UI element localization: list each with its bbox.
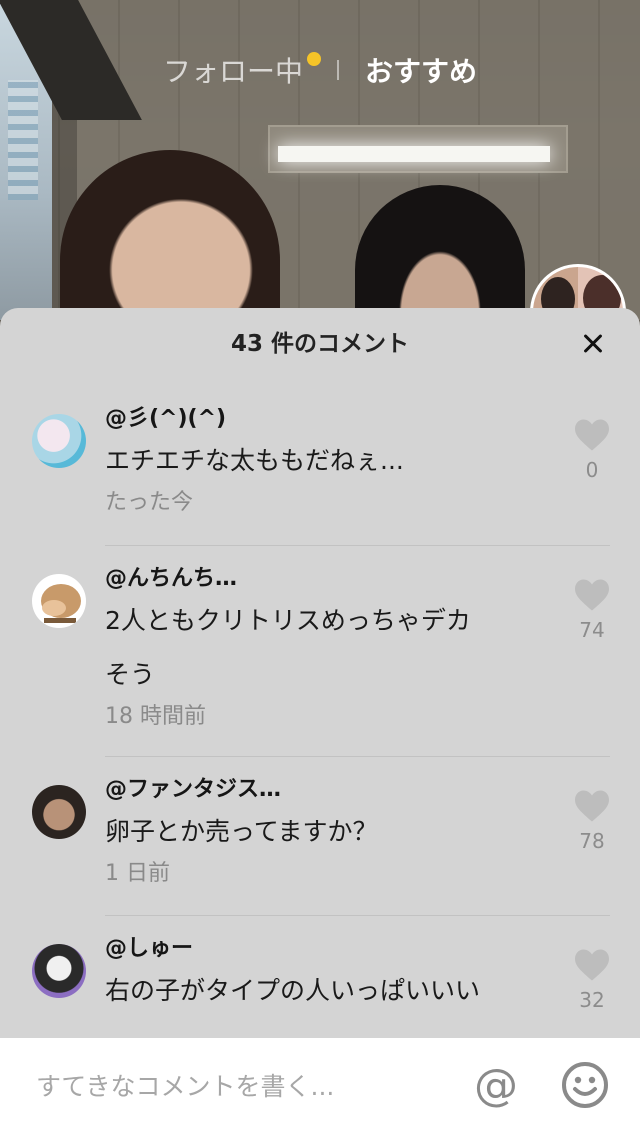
comment-username[interactable]: @んちんち…	[105, 564, 545, 594]
divider	[105, 545, 610, 546]
tab-following-label: フォロー中	[162, 55, 303, 88]
comment-item: @ファンタジス… 卵子とか売ってますか？ 1 日前 78	[0, 775, 640, 915]
comment-body: @しゅー 右の子がタイプの人いっぱいいい	[105, 934, 545, 1018]
like-button[interactable]: 32	[568, 948, 616, 1012]
comment-text: 卵子とか売ってますか？	[105, 817, 378, 846]
like-button[interactable]: 0	[568, 418, 616, 482]
comment-time: 18 時間前	[105, 704, 206, 729]
comments-count-title: 43 件のコメント	[230, 331, 409, 357]
comment-input-bar: @	[0, 1038, 640, 1136]
nav-divider	[337, 60, 339, 80]
comment-text: エチエチな太ももだねぇ...	[105, 446, 404, 475]
comments-header: 43 件のコメント	[0, 308, 640, 374]
comment-username[interactable]: @ファンタジス…	[105, 775, 545, 805]
comment-avatar[interactable]	[32, 414, 86, 468]
like-button[interactable]: 78	[568, 789, 616, 853]
top-nav: フォロー中 おすすめ	[0, 48, 640, 92]
comment-username[interactable]: @彡(^)(^)	[105, 404, 545, 434]
heart-icon	[575, 949, 609, 981]
heart-icon	[575, 419, 609, 451]
like-button[interactable]: 74	[568, 578, 616, 642]
like-count: 78	[579, 829, 605, 853]
mention-icon[interactable]: @	[470, 1060, 522, 1112]
comment-text-line2: そう	[105, 660, 156, 689]
comment-text: 2人ともクリトリスめっちゃデカ	[105, 606, 471, 635]
comment-body: @ファンタジス… 卵子とか売ってますか？ 1 日前	[105, 775, 545, 889]
divider	[105, 915, 610, 916]
divider	[105, 756, 610, 757]
heart-icon	[575, 579, 609, 611]
heart-icon	[575, 790, 609, 822]
like-count: 74	[579, 618, 605, 642]
comment-time: たった今	[105, 490, 194, 515]
comment-username[interactable]: @しゅー	[105, 934, 545, 964]
like-count: 0	[585, 458, 599, 482]
comment-time: 1 日前	[105, 861, 170, 886]
comment-body: @彡(^)(^) エチエチな太ももだねぇ... たった今	[105, 404, 545, 518]
tab-following[interactable]: フォロー中	[159, 50, 321, 90]
avatar-character-icon	[41, 584, 81, 623]
new-content-dot	[307, 52, 321, 66]
close-icon[interactable]	[576, 326, 610, 360]
like-count: 32	[579, 988, 605, 1012]
fluorescent-lamp	[278, 146, 550, 162]
smiley-face-svg	[562, 1062, 608, 1108]
comment-input[interactable]	[36, 1066, 436, 1106]
tab-recommended[interactable]: おすすめ	[361, 50, 481, 90]
comment-avatar[interactable]	[32, 574, 86, 628]
comment-text: 右の子がタイプの人いっぱいいい	[105, 976, 481, 1005]
comment-body: @んちんち… 2人ともクリトリスめっちゃデカ そう 18 時間前	[105, 564, 545, 732]
comment-item: @んちんち… 2人ともクリトリスめっちゃデカ そう 18 時間前 74	[0, 564, 640, 754]
comments-sheet: 43 件のコメント @彡(^)(^) エチエチな太ももだねぇ... たった今 0	[0, 308, 640, 1136]
tab-recommended-label: おすすめ	[365, 55, 478, 88]
comment-avatar[interactable]	[32, 785, 86, 839]
smiley-icon[interactable]	[560, 1060, 610, 1110]
comment-avatar[interactable]	[32, 944, 86, 998]
comment-item: @彡(^)(^) エチエチな太ももだねぇ... たった今 0	[0, 404, 640, 544]
